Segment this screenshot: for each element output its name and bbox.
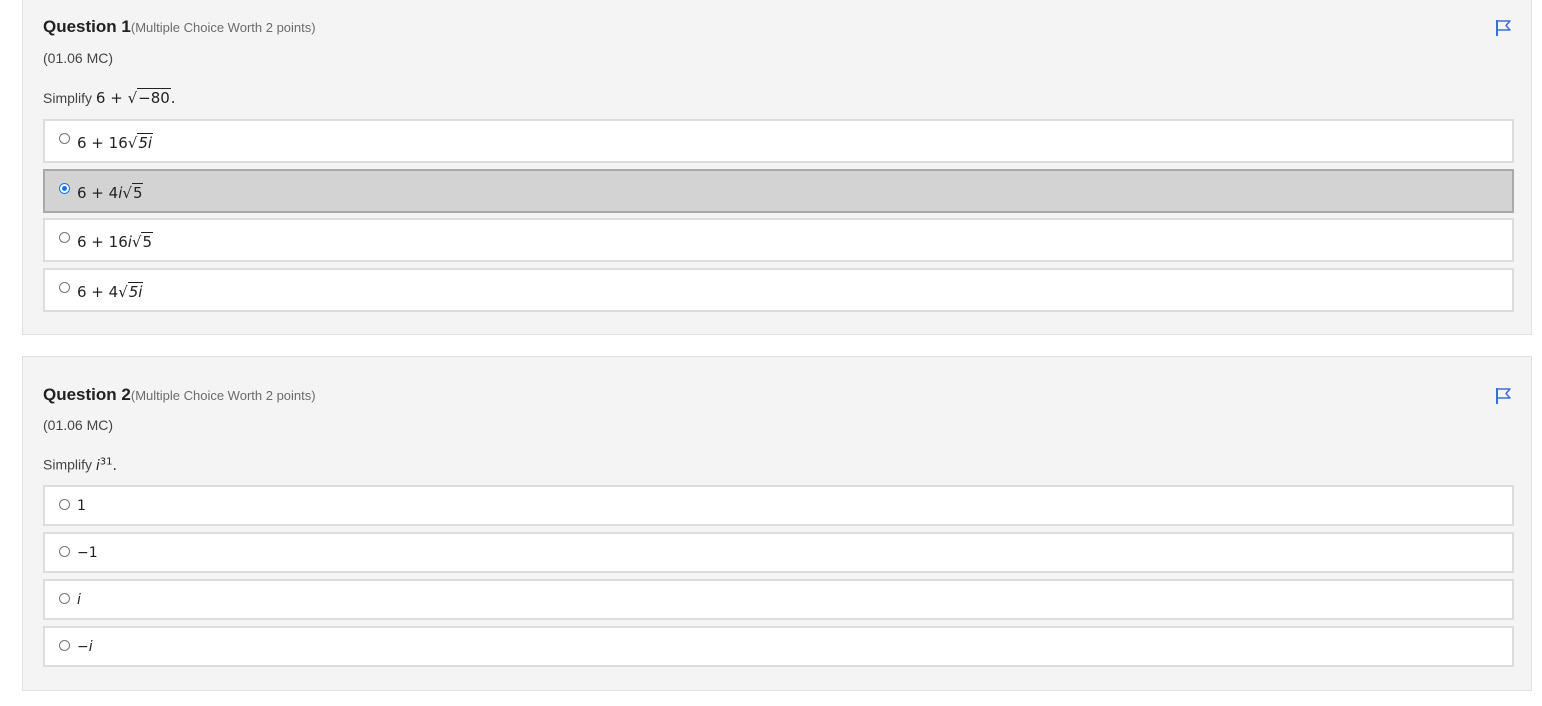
question-2-header: Question 2(Multiple Choice Worth 2 point… [43, 385, 316, 405]
flag-icon[interactable] [1495, 387, 1513, 405]
prompt-math-trail: . [170, 89, 176, 107]
radio-button[interactable] [59, 640, 70, 651]
radio-button[interactable] [59, 133, 70, 144]
radio-button[interactable] [59, 593, 70, 604]
radio-button[interactable] [59, 546, 70, 557]
question-code: (01.06 MC) [43, 417, 114, 433]
question-1-panel: Question 1(Multiple Choice Worth 2 point… [22, 0, 1532, 335]
radio-button[interactable] [59, 282, 70, 293]
answer-label: 1 [77, 498, 86, 514]
prompt-math-radicand: −80 [137, 88, 171, 107]
question-code: (01.06 MC) [43, 50, 114, 66]
answer-math: 6 + 4i√5 [77, 183, 144, 202]
answer-option-2[interactable]: −1 [43, 532, 1514, 573]
answer-label: −1 [77, 545, 98, 561]
answer-label: i [77, 592, 81, 608]
answer-option-1[interactable]: 1 [43, 485, 1514, 526]
answer-option-3[interactable]: 6 + 16i√5 [43, 218, 1514, 262]
question-subtitle: (Multiple Choice Worth 2 points) [130, 388, 316, 403]
answer-option-2[interactable]: 6 + 4i√5 [43, 169, 1514, 213]
question-title: Question 2 [43, 385, 131, 404]
answer-label: −i [77, 639, 93, 655]
prompt-math-lead: 6 + [95, 89, 123, 107]
question-subtitle: (Multiple Choice Worth 2 points) [130, 20, 316, 35]
prompt-text: Simplify [43, 456, 93, 473]
radio-button[interactable] [59, 183, 70, 194]
question-2-panel: Question 2(Multiple Choice Worth 2 point… [22, 356, 1532, 691]
radio-button[interactable] [59, 232, 70, 243]
question-1-header: Question 1(Multiple Choice Worth 2 point… [43, 17, 316, 37]
question-prompt: Simplify i31. [43, 456, 117, 474]
question-title: Question 1 [43, 17, 131, 36]
answer-math: 6 + 16i√5 [77, 232, 154, 251]
answer-option-4[interactable]: −i [43, 626, 1514, 667]
flag-icon[interactable] [1495, 19, 1513, 37]
prompt-text: Simplify [43, 90, 93, 106]
prompt-math-trail: . [112, 457, 117, 474]
answer-option-1[interactable]: 6 + 16√5i [43, 119, 1514, 163]
answer-option-3[interactable]: i [43, 579, 1514, 620]
question-prompt: Simplify 6 + √−80. [43, 88, 176, 107]
answer-option-4[interactable]: 6 + 4√5i [43, 268, 1514, 312]
answer-math: 6 + 4√5i [77, 282, 144, 301]
answer-math: 6 + 16√5i [77, 133, 154, 152]
prompt-math-exp: 31 [99, 456, 113, 467]
radio-button[interactable] [59, 499, 70, 510]
